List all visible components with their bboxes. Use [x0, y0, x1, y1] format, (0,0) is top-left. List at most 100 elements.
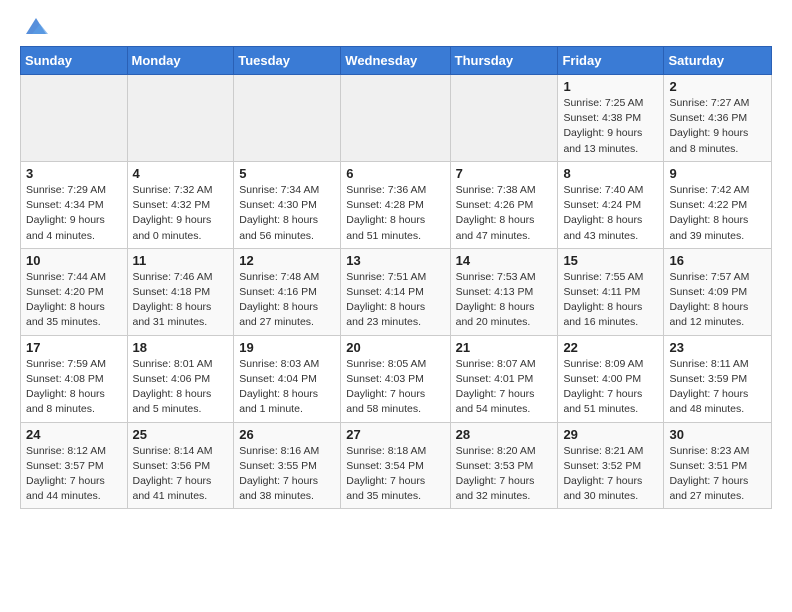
table-row: 12 Sunrise: 7:48 AMSunset: 4:16 PMDayligh…: [234, 248, 341, 335]
day-number: 9: [669, 166, 766, 181]
table-row: [21, 75, 128, 162]
day-number: 16: [669, 253, 766, 268]
table-row: 8 Sunrise: 7:40 AMSunset: 4:24 PMDaylight…: [558, 161, 664, 248]
day-info: Sunrise: 7:29 AMSunset: 4:34 PMDaylight:…: [26, 183, 122, 244]
day-info: Sunrise: 7:59 AMSunset: 4:08 PMDaylight:…: [26, 357, 122, 418]
day-number: 28: [456, 427, 553, 442]
day-info: Sunrise: 8:07 AMSunset: 4:01 PMDaylight:…: [456, 357, 553, 418]
day-info: Sunrise: 7:32 AMSunset: 4:32 PMDaylight:…: [133, 183, 229, 244]
day-number: 22: [563, 340, 658, 355]
col-saturday: Saturday: [664, 47, 772, 75]
day-number: 12: [239, 253, 335, 268]
day-number: 30: [669, 427, 766, 442]
day-number: 24: [26, 427, 122, 442]
day-info: Sunrise: 7:42 AMSunset: 4:22 PMDaylight:…: [669, 183, 766, 244]
table-row: 9 Sunrise: 7:42 AMSunset: 4:22 PMDaylight…: [664, 161, 772, 248]
table-row: 14Sunrise: 7:53 AMSunset: 4:13 PMDayligh…: [450, 248, 558, 335]
day-info: Sunrise: 7:38 AMSunset: 4:26 PMDaylight:…: [456, 183, 553, 244]
col-monday: Monday: [127, 47, 234, 75]
day-info: Sunrise: 8:09 AMSunset: 4:00 PMDaylight:…: [563, 357, 658, 418]
header: [20, 16, 772, 34]
table-row: 25 Sunrise: 8:14 AMSunset: 3:56 PMDayligh…: [127, 422, 234, 509]
day-number: 3: [26, 166, 122, 181]
day-info: Sunrise: 8:05 AMSunset: 4:03 PMDaylight:…: [346, 357, 444, 418]
day-number: 7: [456, 166, 553, 181]
table-row: 26 Sunrise: 8:16 AMSunset: 3:55 PMDayligh…: [234, 422, 341, 509]
day-info: Sunrise: 7:27 AMSunset: 4:36 PMDaylight:…: [669, 96, 766, 157]
table-row: 7 Sunrise: 7:38 AMSunset: 4:26 PMDaylight…: [450, 161, 558, 248]
table-row: 24Sunrise: 8:12 AMSunset: 3:57 PMDayligh…: [21, 422, 128, 509]
col-thursday: Thursday: [450, 47, 558, 75]
day-info: Sunrise: 7:34 AMSunset: 4:30 PMDaylight:…: [239, 183, 335, 244]
day-number: 17: [26, 340, 122, 355]
day-info: Sunrise: 7:40 AMSunset: 4:24 PMDaylight:…: [563, 183, 658, 244]
table-row: 20Sunrise: 8:05 AMSunset: 4:03 PMDayligh…: [341, 335, 450, 422]
day-number: 19: [239, 340, 335, 355]
day-info: Sunrise: 8:23 AMSunset: 3:51 PMDaylight:…: [669, 444, 766, 505]
day-info: Sunrise: 8:11 AMSunset: 3:59 PMDaylight:…: [669, 357, 766, 418]
calendar-week-row: 3 Sunrise: 7:29 AMSunset: 4:34 PMDaylight…: [21, 161, 772, 248]
table-row: 3 Sunrise: 7:29 AMSunset: 4:34 PMDaylight…: [21, 161, 128, 248]
calendar-week-row: 24Sunrise: 8:12 AMSunset: 3:57 PMDayligh…: [21, 422, 772, 509]
day-number: 1: [563, 79, 658, 94]
day-number: 4: [133, 166, 229, 181]
day-info: Sunrise: 7:55 AMSunset: 4:11 PMDaylight:…: [563, 270, 658, 331]
table-row: 23 Sunrise: 8:11 AMSunset: 3:59 PMDayligh…: [664, 335, 772, 422]
col-friday: Friday: [558, 47, 664, 75]
calendar-header-row: Sunday Monday Tuesday Wednesday Thursday…: [21, 47, 772, 75]
table-row: 21 Sunrise: 8:07 AMSunset: 4:01 PMDayligh…: [450, 335, 558, 422]
day-number: 2: [669, 79, 766, 94]
table-row: 19Sunrise: 8:03 AMSunset: 4:04 PMDayligh…: [234, 335, 341, 422]
table-row: 2 Sunrise: 7:27 AMSunset: 4:36 PMDaylight…: [664, 75, 772, 162]
day-info: Sunrise: 8:14 AMSunset: 3:56 PMDaylight:…: [133, 444, 229, 505]
day-number: 11: [133, 253, 229, 268]
day-info: Sunrise: 7:51 AMSunset: 4:14 PMDaylight:…: [346, 270, 444, 331]
logo: [20, 16, 50, 34]
table-row: 11 Sunrise: 7:46 AMSunset: 4:18 PMDayligh…: [127, 248, 234, 335]
day-number: 25: [133, 427, 229, 442]
day-number: 29: [563, 427, 658, 442]
table-row: 10 Sunrise: 7:44 AMSunset: 4:20 PMDayligh…: [21, 248, 128, 335]
col-tuesday: Tuesday: [234, 47, 341, 75]
day-number: 10: [26, 253, 122, 268]
day-info: Sunrise: 7:36 AMSunset: 4:28 PMDaylight:…: [346, 183, 444, 244]
day-info: Sunrise: 8:18 AMSunset: 3:54 PMDaylight:…: [346, 444, 444, 505]
day-number: 6: [346, 166, 444, 181]
table-row: 17 Sunrise: 7:59 AMSunset: 4:08 PMDayligh…: [21, 335, 128, 422]
day-info: Sunrise: 8:16 AMSunset: 3:55 PMDaylight:…: [239, 444, 335, 505]
table-row: 16 Sunrise: 7:57 AMSunset: 4:09 PMDayligh…: [664, 248, 772, 335]
day-info: Sunrise: 7:25 AMSunset: 4:38 PMDaylight:…: [563, 96, 658, 157]
day-info: Sunrise: 7:44 AMSunset: 4:20 PMDaylight:…: [26, 270, 122, 331]
day-info: Sunrise: 8:20 AMSunset: 3:53 PMDaylight:…: [456, 444, 553, 505]
table-row: 1 Sunrise: 7:25 AMSunset: 4:38 PMDaylight…: [558, 75, 664, 162]
calendar-week-row: 17 Sunrise: 7:59 AMSunset: 4:08 PMDayligh…: [21, 335, 772, 422]
col-sunday: Sunday: [21, 47, 128, 75]
table-row: [234, 75, 341, 162]
logo-icon: [22, 16, 50, 38]
table-row: 15Sunrise: 7:55 AMSunset: 4:11 PMDayligh…: [558, 248, 664, 335]
day-number: 21: [456, 340, 553, 355]
page: Sunday Monday Tuesday Wednesday Thursday…: [0, 0, 792, 525]
day-info: Sunrise: 7:48 AMSunset: 4:16 PMDaylight:…: [239, 270, 335, 331]
day-info: Sunrise: 7:46 AMSunset: 4:18 PMDaylight:…: [133, 270, 229, 331]
table-row: 30 Sunrise: 8:23 AMSunset: 3:51 PMDayligh…: [664, 422, 772, 509]
day-number: 18: [133, 340, 229, 355]
calendar-week-row: 1 Sunrise: 7:25 AMSunset: 4:38 PMDaylight…: [21, 75, 772, 162]
table-row: 13Sunrise: 7:51 AMSunset: 4:14 PMDayligh…: [341, 248, 450, 335]
day-number: 8: [563, 166, 658, 181]
table-row: [341, 75, 450, 162]
table-row: [127, 75, 234, 162]
table-row: [450, 75, 558, 162]
table-row: 29Sunrise: 8:21 AMSunset: 3:52 PMDayligh…: [558, 422, 664, 509]
table-row: 27 Sunrise: 8:18 AMSunset: 3:54 PMDayligh…: [341, 422, 450, 509]
table-row: 5 Sunrise: 7:34 AMSunset: 4:30 PMDaylight…: [234, 161, 341, 248]
day-number: 5: [239, 166, 335, 181]
day-info: Sunrise: 7:53 AMSunset: 4:13 PMDaylight:…: [456, 270, 553, 331]
day-number: 23: [669, 340, 766, 355]
col-wednesday: Wednesday: [341, 47, 450, 75]
table-row: 6 Sunrise: 7:36 AMSunset: 4:28 PMDaylight…: [341, 161, 450, 248]
day-number: 27: [346, 427, 444, 442]
table-row: 22 Sunrise: 8:09 AMSunset: 4:00 PMDayligh…: [558, 335, 664, 422]
day-info: Sunrise: 7:57 AMSunset: 4:09 PMDaylight:…: [669, 270, 766, 331]
day-number: 26: [239, 427, 335, 442]
